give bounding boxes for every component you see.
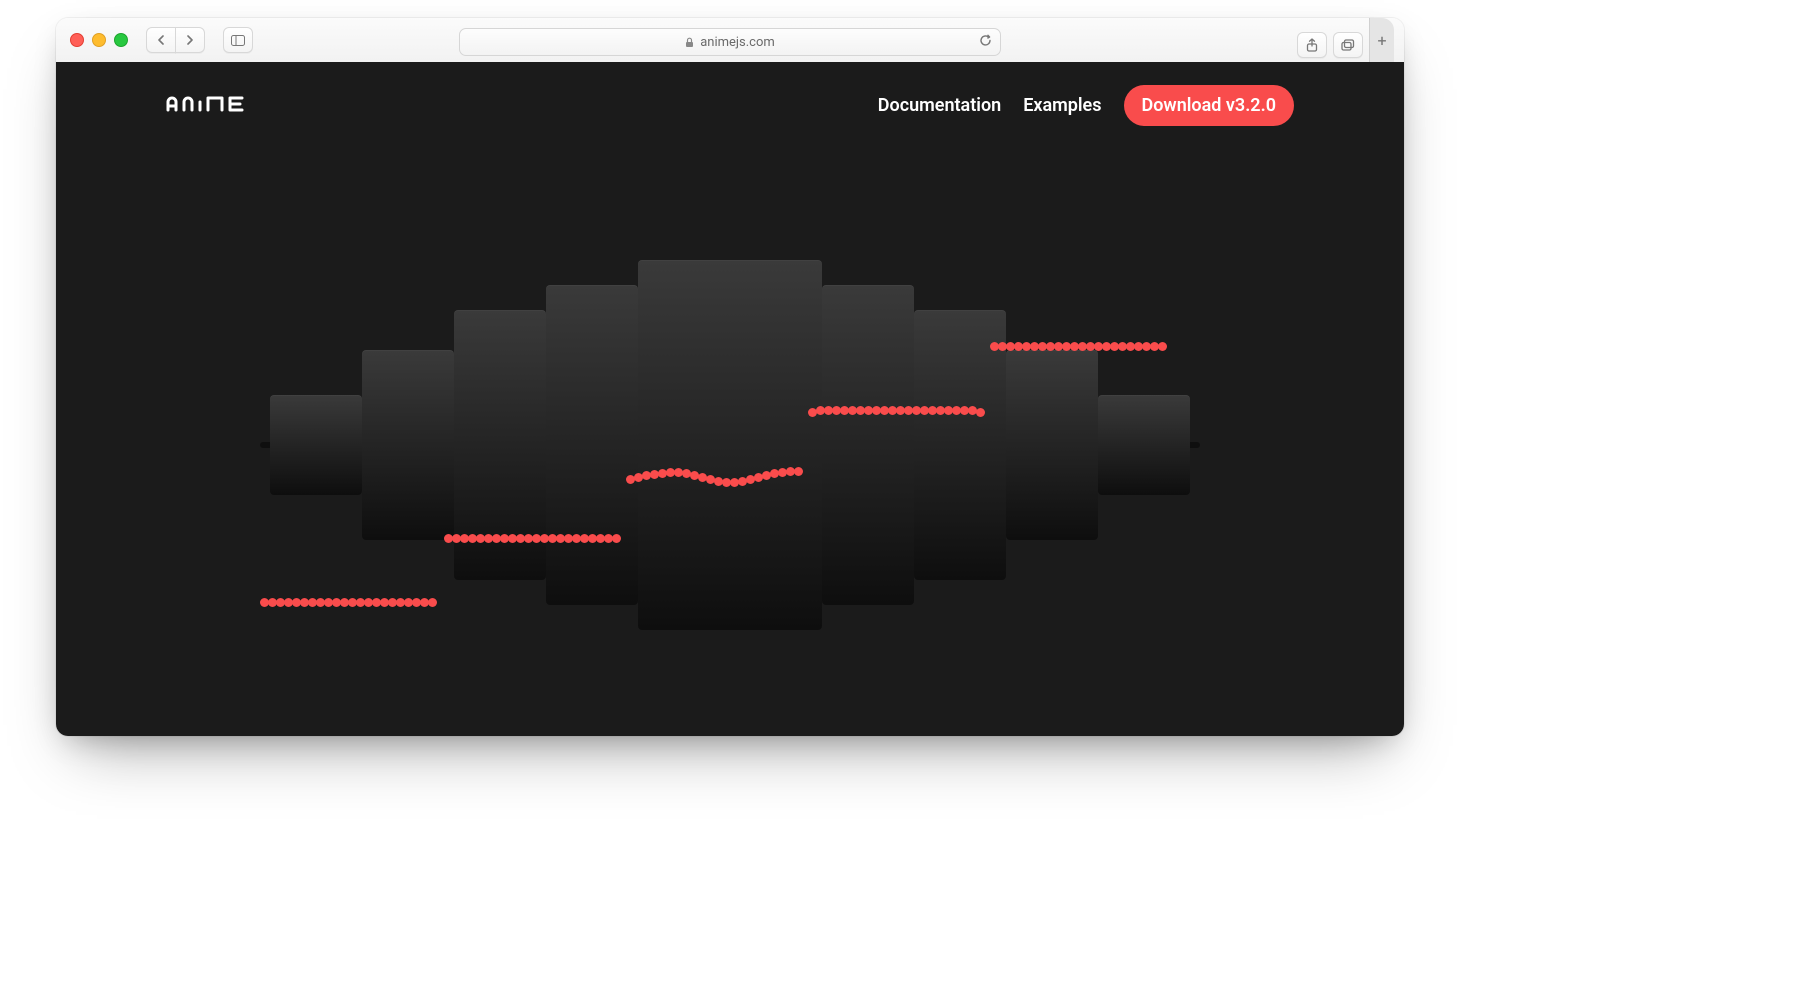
share-icon: [1306, 38, 1318, 52]
hero-dot: [976, 408, 985, 417]
hero-step-bar: [270, 395, 362, 495]
reload-icon: [979, 34, 992, 47]
back-button[interactable]: [146, 27, 176, 53]
forward-button[interactable]: [175, 27, 205, 53]
chevron-right-icon: [186, 35, 194, 45]
hero-graphic: [56, 62, 1404, 736]
sidebar-icon: [231, 35, 245, 46]
zoom-window-button[interactable]: [114, 33, 128, 47]
hero-dots-row: [626, 471, 802, 480]
tabs-icon: [1341, 39, 1355, 51]
window-controls: [70, 33, 128, 47]
plus-icon: +: [1377, 31, 1386, 50]
hero-dot: [1158, 342, 1167, 351]
share-button[interactable]: [1297, 32, 1327, 58]
titlebar: animejs.com +: [56, 18, 1404, 63]
lock-icon: [685, 37, 694, 48]
hero-dot: [612, 534, 621, 543]
hero-dot: [794, 467, 803, 476]
address-bar[interactable]: animejs.com: [459, 28, 1001, 56]
hero-dots-row: [260, 598, 436, 607]
page-content: Documentation Examples Download v3.2.0: [56, 62, 1404, 736]
reload-button[interactable]: [979, 34, 992, 51]
hero-step-bar: [822, 285, 914, 605]
tabs-button[interactable]: [1333, 32, 1363, 58]
hero-step-bar: [546, 285, 638, 605]
hero-step-bar: [362, 350, 454, 540]
minimize-window-button[interactable]: [92, 33, 106, 47]
safari-window: animejs.com +: [56, 18, 1404, 736]
hero-dots-row: [990, 342, 1166, 351]
hero-step-bar: [638, 260, 822, 630]
close-window-button[interactable]: [70, 33, 84, 47]
sidebar-button[interactable]: [223, 27, 253, 53]
hero-dot: [428, 598, 437, 607]
hero-step-bar: [1098, 395, 1190, 495]
hero-dots-row: [808, 406, 984, 415]
hero-step-bar: [1006, 350, 1098, 540]
new-tab-button[interactable]: +: [1369, 18, 1394, 62]
hero-dots-row: [444, 534, 620, 543]
address-bar-host: animejs.com: [700, 35, 775, 50]
chevron-left-icon: [157, 35, 165, 45]
